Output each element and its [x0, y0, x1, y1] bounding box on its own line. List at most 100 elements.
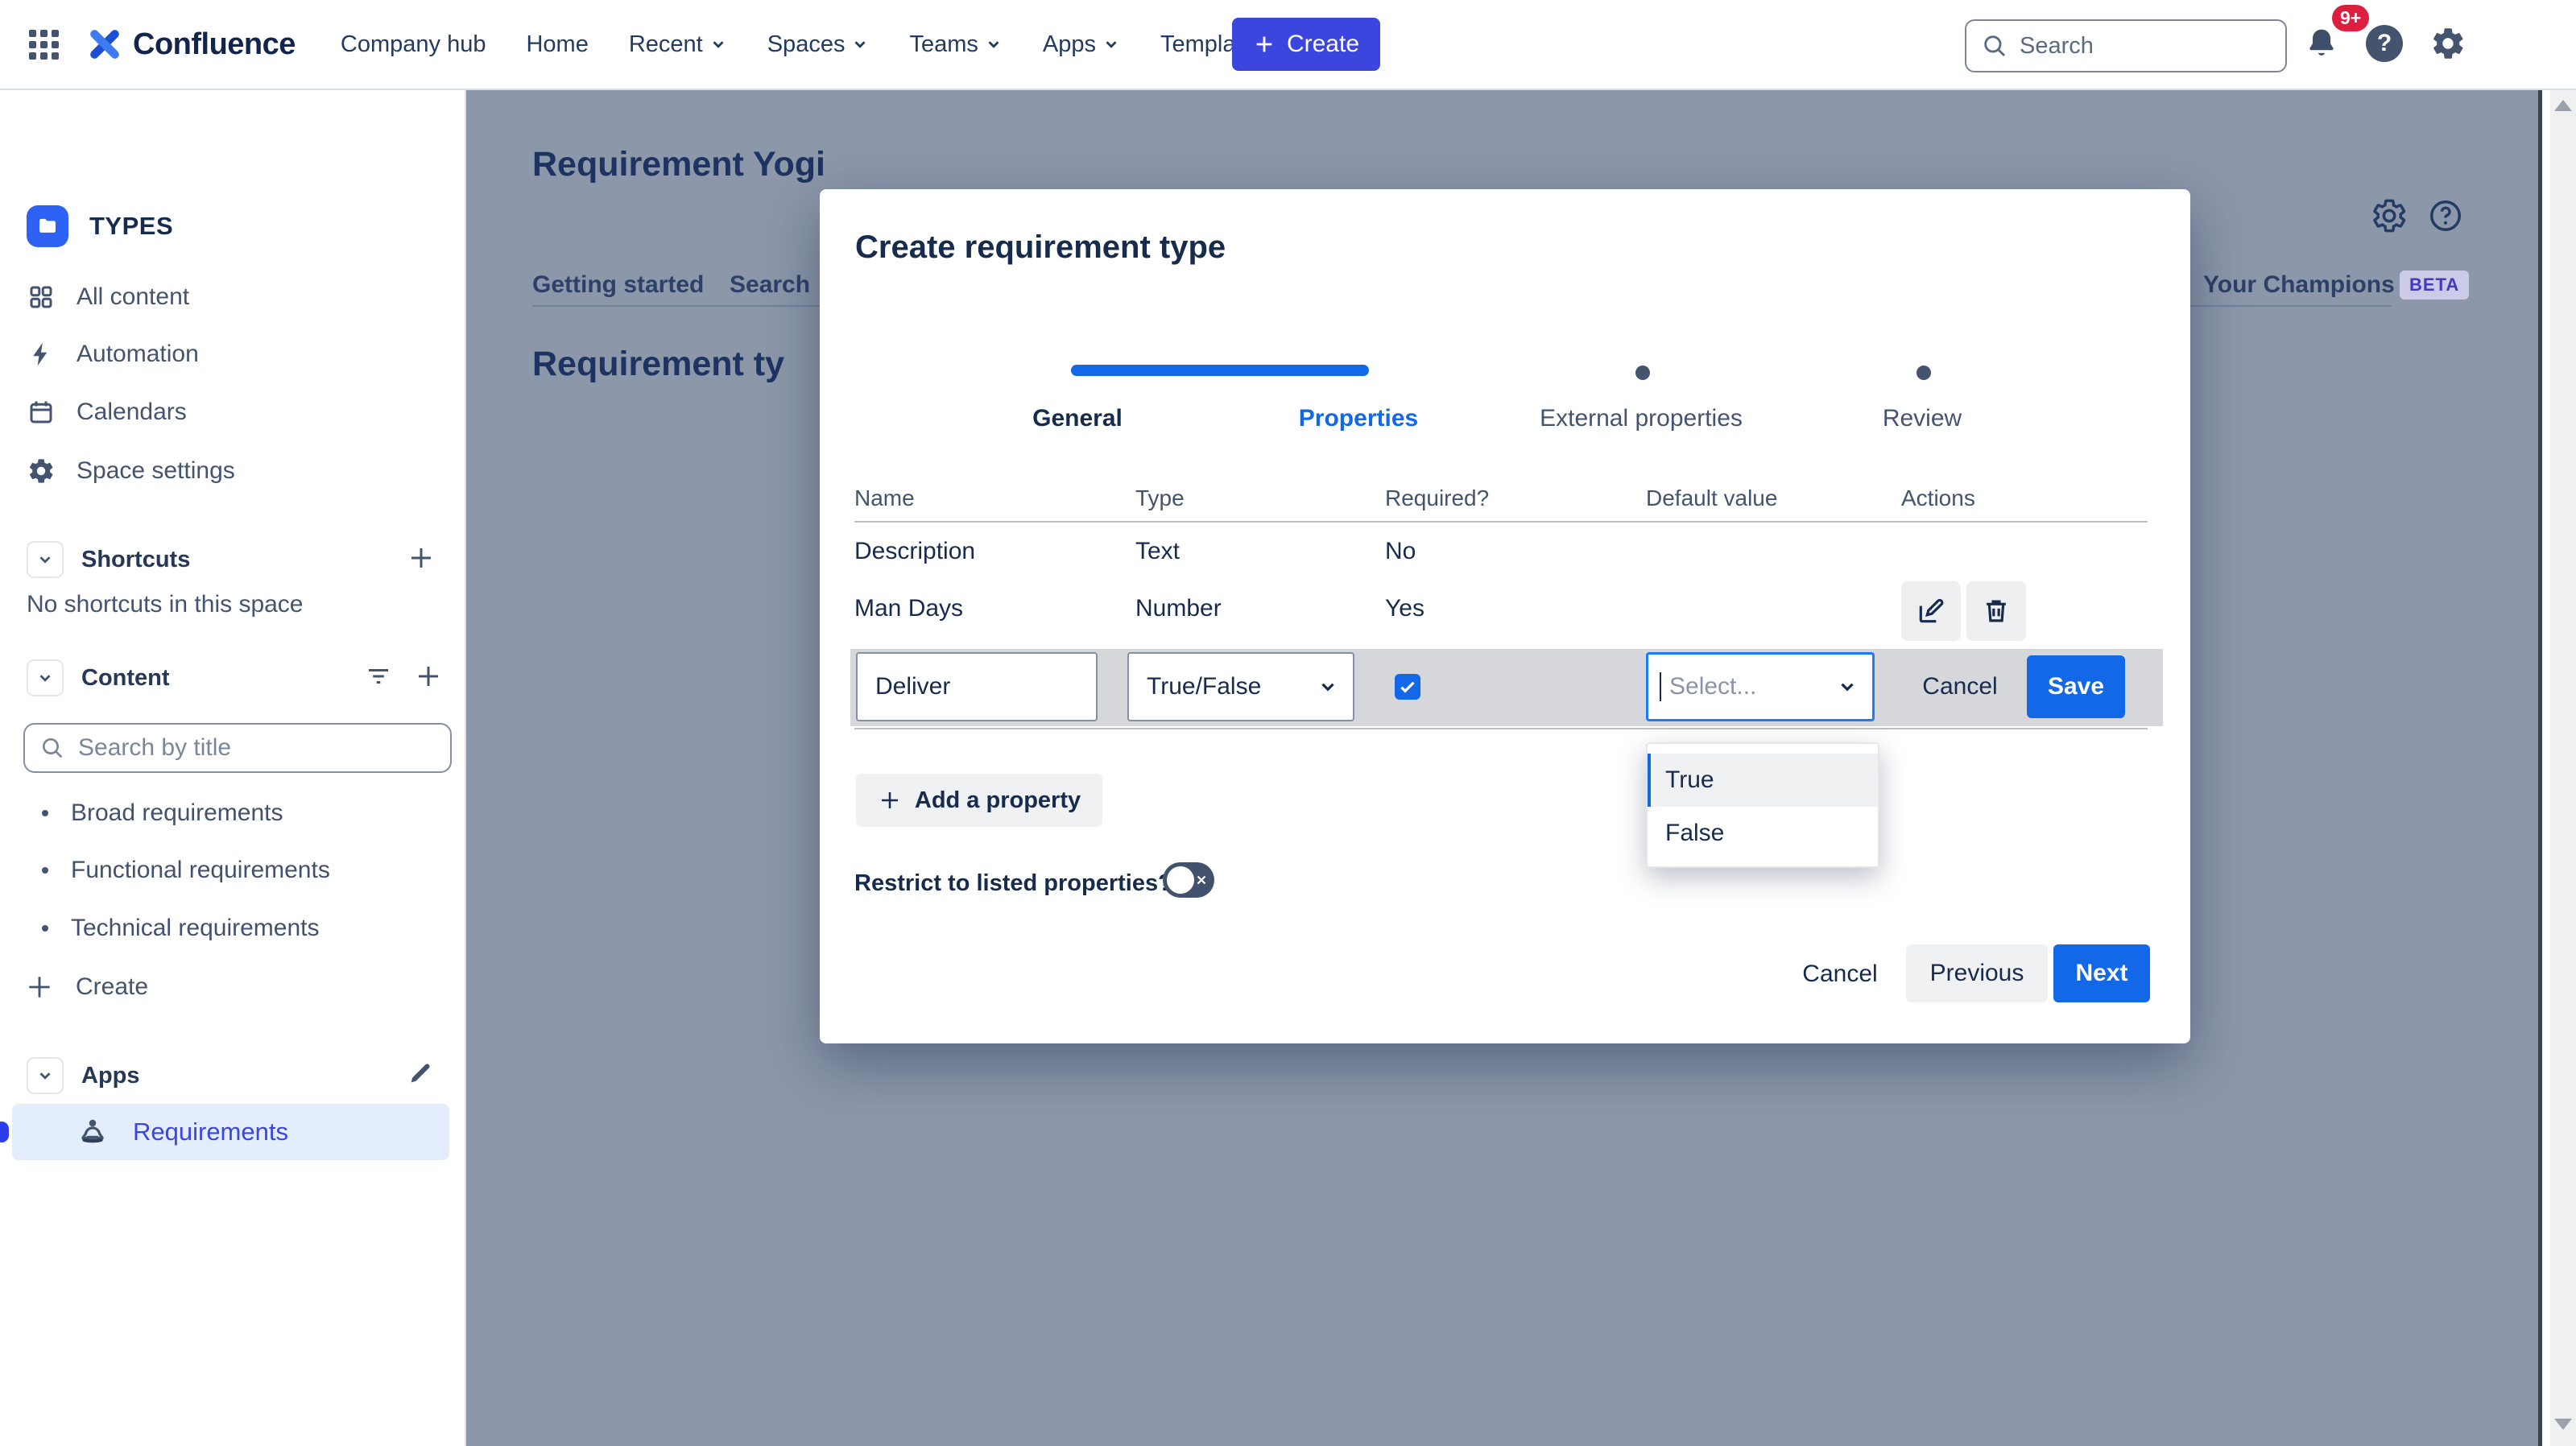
chevron-down-icon [985, 35, 1003, 53]
property-type-select[interactable]: True/False [1127, 652, 1354, 721]
page-help-button[interactable] [2427, 197, 2464, 238]
add-shortcut-button[interactable] [407, 543, 436, 572]
shortcuts-title: Shortcuts [81, 547, 190, 573]
chevron-down-icon [1102, 35, 1120, 53]
property-name-input[interactable] [856, 652, 1098, 721]
sidebar-item-requirements[interactable]: Requirements [12, 1104, 449, 1160]
plus-icon[interactable] [414, 662, 443, 691]
row-cancel-button[interactable]: Cancel [1904, 668, 2016, 705]
toggle-knob [1167, 866, 1194, 894]
nav-recent[interactable]: Recent [629, 31, 727, 58]
logo-wordmark: Confluence [133, 27, 296, 62]
scrollbar[interactable] [2550, 90, 2576, 1446]
table-bottom-divider [854, 728, 2148, 729]
page-settings-button[interactable] [2371, 197, 2408, 238]
chevron-down-icon [1837, 676, 1858, 697]
row-man-days-required: Yes [1385, 595, 1424, 622]
settings-button[interactable] [2425, 21, 2471, 66]
top-nav: Company hub Home Recent Spaces Teams App… [341, 31, 1267, 58]
nav-company-hub[interactable]: Company hub [341, 31, 486, 58]
col-required: Required? [1385, 485, 1489, 511]
tab-search[interactable]: Search [730, 271, 810, 299]
space-name: TYPES [89, 212, 173, 241]
col-default-value: Default value [1646, 485, 1777, 511]
nav-apps[interactable]: Apps [1043, 31, 1120, 58]
step-general[interactable]: General [1017, 405, 1138, 432]
chevron-down-icon [36, 1067, 54, 1084]
sidebar-create-button[interactable]: Create [24, 963, 148, 1011]
sidebar-item-space-settings[interactable]: Space settings [27, 447, 235, 495]
create-requirement-type-dialog: Create requirement type General Properti… [820, 189, 2190, 1043]
row-save-button[interactable]: Save [2027, 655, 2125, 718]
help-icon [2427, 197, 2464, 234]
help-icon: ? [2366, 25, 2403, 62]
sidebar-item-all-content[interactable]: All content [27, 273, 189, 321]
sidebar-item-calendars[interactable]: Calendars [27, 388, 187, 436]
table-header-divider [854, 521, 2148, 523]
space-header[interactable]: TYPES [27, 205, 173, 247]
scroll-down-arrow[interactable] [2554, 1419, 2572, 1430]
restrict-toggle[interactable] [1163, 862, 1214, 898]
chevron-down-icon [709, 35, 727, 53]
bullet-icon [42, 810, 48, 816]
collapse-content-button[interactable] [27, 659, 64, 696]
tab-your-champions[interactable]: Your Champions [2203, 271, 2395, 299]
chevron-down-icon [36, 551, 54, 568]
nav-teams[interactable]: Teams [909, 31, 1002, 58]
step-properties[interactable]: Properties [1278, 405, 1439, 432]
collapse-apps-button[interactable] [27, 1057, 64, 1094]
edit-row-button[interactable] [1901, 581, 1961, 641]
bullet-icon [42, 867, 48, 874]
col-name: Name [854, 485, 915, 511]
help-button[interactable]: ? [2362, 21, 2407, 66]
sidebar-item-automation[interactable]: Automation [27, 330, 199, 378]
page-tree-search [23, 723, 452, 773]
search-input[interactable] [2018, 32, 2263, 60]
scrollbar-gap [2542, 90, 2550, 1446]
app-switcher-icon[interactable] [29, 30, 59, 60]
step-review[interactable]: Review [1858, 405, 1987, 432]
stepper-progress-bar [1071, 365, 1369, 376]
apps-section-header: Apps [27, 1057, 140, 1094]
dialog-next-button[interactable]: Next [2053, 944, 2150, 1002]
chevron-down-icon [36, 669, 54, 687]
dialog-previous-button[interactable]: Previous [1906, 944, 2048, 1002]
search-icon [1981, 32, 2008, 60]
notification-count-badge: 9+ [2332, 5, 2369, 31]
edit-apps-button[interactable] [407, 1060, 434, 1087]
step-dot-review [1916, 366, 1931, 380]
step-dot-external-properties [1635, 366, 1650, 380]
bell-icon [2304, 26, 2339, 61]
page-title: Requirement Yogi [532, 145, 825, 184]
confluence-logo[interactable]: Confluence [86, 26, 296, 63]
nav-spaces[interactable]: Spaces [767, 31, 870, 58]
calendar-icon [27, 398, 56, 427]
search-by-title-input[interactable] [76, 733, 418, 762]
nav-home[interactable]: Home [526, 31, 588, 58]
row-description-type: Text [1135, 538, 1180, 565]
apps-title: Apps [81, 1063, 140, 1089]
dialog-cancel-button[interactable]: Cancel [1784, 956, 1896, 993]
create-button[interactable]: Create [1232, 18, 1380, 71]
page-item-broad-requirements[interactable]: Broad requirements [42, 793, 283, 833]
dropdown-option-true[interactable]: True [1648, 754, 1878, 807]
collapse-shortcuts-button[interactable] [27, 541, 64, 578]
confluence-mark-icon [86, 26, 123, 63]
add-property-button[interactable]: Add a property [856, 774, 1102, 827]
dropdown-option-false[interactable]: False [1648, 807, 1878, 860]
default-value-select[interactable]: Select... [1646, 652, 1875, 721]
page-item-technical-requirements[interactable]: Technical requirements [42, 908, 319, 948]
step-external-properties[interactable]: External properties [1528, 405, 1754, 432]
tab-getting-started[interactable]: Getting started [532, 271, 704, 299]
scroll-up-arrow[interactable] [2554, 100, 2572, 111]
page-item-functional-requirements[interactable]: Functional requirements [42, 850, 330, 890]
required-checkbox[interactable] [1395, 674, 1420, 700]
filter-icon[interactable] [364, 662, 393, 691]
col-type: Type [1135, 485, 1185, 511]
search-icon [39, 735, 65, 761]
delete-row-button[interactable] [1966, 581, 2026, 641]
confluence-app: Confluence Company hub Home Recent Space… [0, 0, 2576, 1446]
content-actions [364, 662, 443, 691]
requirement-yogi-icon [75, 1114, 110, 1150]
chevron-down-icon [851, 35, 869, 53]
